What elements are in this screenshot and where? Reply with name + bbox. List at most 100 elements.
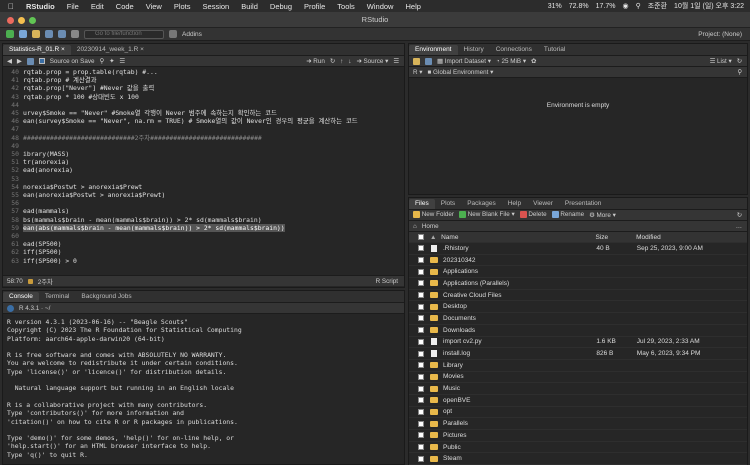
refresh-env-icon[interactable]: ↻ (737, 58, 747, 65)
file-name-link[interactable]: Pictures (443, 432, 596, 439)
source-button[interactable]: ➜ Source ▾ (356, 58, 388, 65)
row-checkbox[interactable] (418, 397, 424, 404)
tab[interactable]: History (458, 45, 490, 55)
down-icon[interactable]: ↓ (348, 58, 351, 65)
project-menu[interactable]: Project: (None) (698, 31, 750, 38)
row-checkbox[interactable] (418, 292, 424, 299)
tab[interactable]: Statistics-R_01.R × (3, 45, 71, 55)
row-checkbox[interactable] (418, 362, 424, 369)
menu-item[interactable]: File (61, 2, 85, 11)
file-row[interactable]: openBVE (409, 395, 747, 407)
file-name-link[interactable]: Library (443, 362, 596, 369)
list-view-button[interactable]: ☰ List ▾ (710, 58, 732, 65)
file-name-link[interactable]: 202310342 (443, 257, 596, 264)
file-row[interactable]: Creative Cloud Files (409, 290, 747, 302)
row-checkbox[interactable] (418, 315, 424, 322)
load-workspace-icon[interactable] (413, 57, 420, 65)
file-row[interactable]: Library (409, 360, 747, 372)
tab[interactable]: Console (3, 292, 39, 302)
up-icon[interactable]: ↑ (340, 58, 343, 65)
tab[interactable]: Connections (490, 45, 538, 55)
wand-icon[interactable]: ✦ (109, 58, 114, 65)
file-name-link[interactable]: Parallels (443, 420, 596, 427)
menu-item[interactable]: Help (399, 2, 426, 11)
minimize-window-button[interactable] (18, 17, 25, 24)
file-name-link[interactable]: Steam (443, 455, 596, 462)
row-checkbox[interactable] (418, 408, 424, 415)
new-project-icon[interactable] (19, 30, 27, 38)
broom-icon[interactable]: ✿ (531, 58, 536, 65)
wifi-icon[interactable]: ◉ (622, 2, 628, 10)
tab[interactable]: Plots (435, 199, 461, 209)
file-name-link[interactable]: Documents (443, 315, 596, 322)
file-row[interactable]: Music (409, 383, 747, 395)
save-workspace-icon[interactable] (425, 57, 432, 65)
name-column-header[interactable]: Name (441, 234, 595, 241)
editor-menu-icon[interactable]: ☰ (393, 58, 404, 65)
menu-item[interactable]: Edit (85, 2, 110, 11)
row-checkbox[interactable] (418, 350, 424, 357)
file-row[interactable]: Desktop (409, 301, 747, 314)
home-link[interactable]: Home (422, 223, 439, 230)
menu-item[interactable]: Tools (331, 2, 361, 11)
outline-icon[interactable]: ☰ (119, 58, 125, 65)
file-row[interactable]: Downloads (409, 325, 747, 337)
file-name-link[interactable]: Public (443, 444, 596, 451)
new-folder-button[interactable]: New Folder (413, 211, 454, 219)
user-name[interactable]: 조준환 (648, 1, 667, 11)
menu-item[interactable]: Window (361, 2, 400, 11)
modified-column-header[interactable]: Modified (636, 234, 747, 241)
row-checkbox[interactable] (418, 245, 424, 252)
back-arrow-icon[interactable]: ◀ (7, 58, 12, 65)
file-name-link[interactable]: Music (443, 385, 596, 392)
new-file-icon[interactable] (6, 30, 14, 38)
tab[interactable]: Help (502, 199, 527, 209)
search-replace-icon[interactable]: ⚲ (100, 58, 105, 65)
scope-label[interactable]: 2주차 (38, 277, 53, 286)
env-search-icon[interactable]: ⚲ (737, 69, 747, 76)
menu-item[interactable]: Plots (168, 2, 197, 11)
more-button[interactable]: ⚙ More ▾ (589, 212, 616, 219)
file-row[interactable]: Public (409, 442, 747, 454)
rename-button[interactable]: Rename (551, 211, 584, 219)
tab[interactable]: Terminal (39, 292, 76, 302)
menu-item[interactable]: Build (235, 2, 264, 11)
close-window-button[interactable] (7, 17, 14, 24)
file-name-link[interactable]: install.log (443, 350, 596, 357)
file-name-link[interactable]: opt (443, 408, 596, 415)
file-row[interactable]: Applications (409, 266, 747, 279)
row-checkbox[interactable] (418, 280, 424, 287)
file-row[interactable]: .Rhistory 40 B Sep 25, 2023, 9:00 AM (409, 243, 747, 255)
tab[interactable]: Background Jobs (75, 292, 137, 302)
file-row[interactable]: Movies (409, 372, 747, 384)
file-name-link[interactable]: Movies (443, 373, 596, 380)
file-name-link[interactable]: openBVE (443, 397, 596, 404)
file-row[interactable]: 202310342 (409, 255, 747, 267)
menu-item[interactable]: Profile (298, 2, 331, 11)
code-area[interactable]: 40 rqtab.prop = prop.table(rqtab) #... 41 r… (3, 67, 404, 275)
file-row[interactable]: import cv2.py 1.6 KB Jul 29, 2023, 2:33 AM (409, 337, 747, 349)
tab[interactable]: Packages (461, 199, 502, 209)
menu-item[interactable]: Code (110, 2, 140, 11)
tab[interactable]: Files (409, 199, 435, 209)
up-level-icon[interactable]: … (736, 223, 747, 230)
tab[interactable]: Tutorial (538, 45, 571, 55)
clock[interactable]: 10월 1일 (일) 오후 3:22 (674, 1, 744, 11)
row-checkbox[interactable] (418, 455, 424, 462)
row-checkbox[interactable] (418, 373, 424, 380)
row-checkbox[interactable] (418, 257, 424, 264)
rerun-icon[interactable]: ↻ (330, 58, 335, 65)
tab[interactable]: Presentation (559, 199, 608, 209)
file-name-link[interactable]: Applications (Parallels) (443, 280, 596, 287)
file-name-link[interactable]: Creative Cloud Files (443, 292, 596, 299)
file-row[interactable]: Steam (409, 453, 747, 465)
tab[interactable]: Viewer (527, 199, 559, 209)
tab[interactable]: 20230914_week_1.R × (71, 45, 150, 55)
row-checkbox[interactable] (418, 385, 424, 392)
menu-item[interactable]: Debug (264, 2, 298, 11)
zoom-window-button[interactable] (29, 17, 36, 24)
delete-button[interactable]: Delete (519, 211, 547, 219)
row-checkbox[interactable] (418, 303, 424, 310)
menu-item[interactable]: View (140, 2, 168, 11)
import-dataset-button[interactable]: ▦ Import Dataset ▾ (437, 58, 491, 65)
